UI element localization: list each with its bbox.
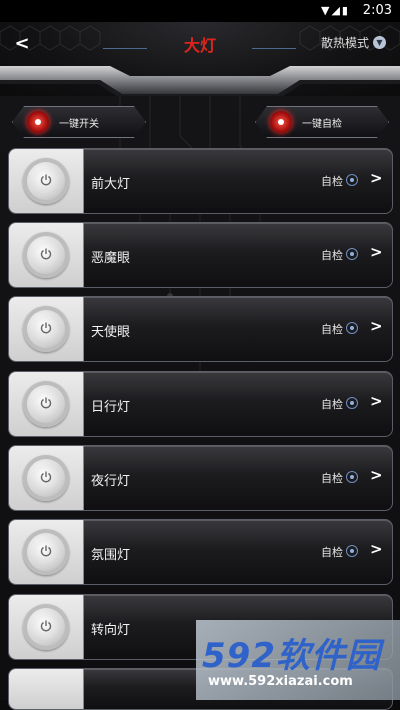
app-header: < 大灯 散热模式 ▼ [0, 22, 400, 98]
cooling-mode-button[interactable]: 散热模式 ▼ [321, 34, 386, 51]
power-toggle-button[interactable] [23, 306, 69, 352]
chevron-right-icon[interactable]: > [370, 169, 383, 187]
power-toggle-button[interactable] [23, 232, 69, 278]
self-check-icon[interactable] [346, 174, 358, 186]
self-check-label: 自检 [321, 175, 343, 188]
one-key-check-button[interactable]: 一键自检 [255, 106, 389, 138]
watermark: 592软件园 www.592xiazai.com [196, 620, 400, 700]
chevron-down-icon: ▼ [373, 36, 386, 49]
power-icon [39, 618, 53, 637]
light-name: 天使眼 [91, 325, 131, 340]
chevron-right-icon[interactable]: > [370, 466, 383, 484]
power-icon [39, 246, 53, 265]
light-row-night[interactable]: 夜行灯 自检 > [8, 445, 393, 511]
row-power-area [9, 595, 84, 659]
row-power-area [9, 446, 84, 510]
power-icon [39, 320, 53, 339]
power-toggle-button[interactable] [23, 158, 69, 204]
self-check-icon[interactable] [346, 545, 358, 557]
light-name: 氛围灯 [91, 548, 131, 563]
power-icon [39, 395, 53, 414]
self-check-icon[interactable] [346, 248, 358, 260]
chevron-right-icon[interactable]: > [370, 317, 383, 335]
row-power-area [9, 297, 84, 361]
chevron-right-icon[interactable]: > [370, 243, 383, 261]
status-bar: ▼◢▮ 2:03 [0, 0, 400, 22]
power-icon [39, 469, 53, 488]
watermark-brand: 592软件园 [202, 636, 381, 676]
self-check-icon[interactable] [346, 397, 358, 409]
self-check-label: 自检 [321, 249, 343, 262]
one-key-switch-button[interactable]: 一键开关 [12, 106, 146, 138]
row-power-area [9, 223, 84, 287]
power-icon [39, 172, 53, 191]
power-toggle-button[interactable] [23, 529, 69, 575]
main-panel: 一键开关 一键自检 前大灯 自检 > 恶魔眼 自检 > 天使眼 自检 > 日行灯… [0, 96, 400, 710]
chevron-right-icon[interactable]: > [370, 540, 383, 558]
one-key-check-label: 一键自检 [302, 118, 342, 130]
status-icons: ▼◢▮ [321, 4, 350, 17]
row-power-area [9, 669, 84, 709]
light-name: 日行灯 [91, 400, 131, 415]
one-key-switch-label: 一键开关 [59, 118, 99, 130]
light-name: 夜行灯 [91, 474, 131, 489]
self-check-light-icon [270, 111, 292, 133]
watermark-url: www.592xiazai.com [208, 674, 353, 689]
power-toggle-button[interactable] [23, 455, 69, 501]
light-name: 前大灯 [91, 177, 131, 192]
power-icon [39, 543, 53, 562]
self-check-icon[interactable] [346, 322, 358, 334]
self-check-label: 自检 [321, 398, 343, 411]
row-power-area [9, 149, 84, 213]
title-decor-right [252, 48, 296, 49]
power-toggle-button[interactable] [23, 381, 69, 427]
self-check-label: 自检 [321, 472, 343, 485]
light-row-headlight[interactable]: 前大灯 自检 > [8, 148, 393, 214]
self-check-icon[interactable] [346, 471, 358, 483]
row-power-area [9, 372, 84, 436]
header-frame [0, 66, 400, 98]
row-power-area [9, 520, 84, 584]
self-check-label: 自检 [321, 546, 343, 559]
light-row-demon-eye[interactable]: 恶魔眼 自检 > [8, 222, 393, 288]
light-row-daytime[interactable]: 日行灯 自检 > [8, 371, 393, 437]
light-name: 恶魔眼 [91, 251, 131, 266]
self-check-label: 自检 [321, 323, 343, 336]
chevron-right-icon[interactable]: > [370, 392, 383, 410]
power-light-icon [27, 111, 49, 133]
status-time: 2:03 [362, 3, 392, 18]
power-toggle-button[interactable] [23, 604, 69, 650]
cooling-mode-label: 散热模式 [320, 36, 369, 50]
light-row-ambient[interactable]: 氛围灯 自检 > [8, 519, 393, 585]
light-row-angel-eye[interactable]: 天使眼 自检 > [8, 296, 393, 362]
light-name: 转向灯 [91, 623, 131, 638]
